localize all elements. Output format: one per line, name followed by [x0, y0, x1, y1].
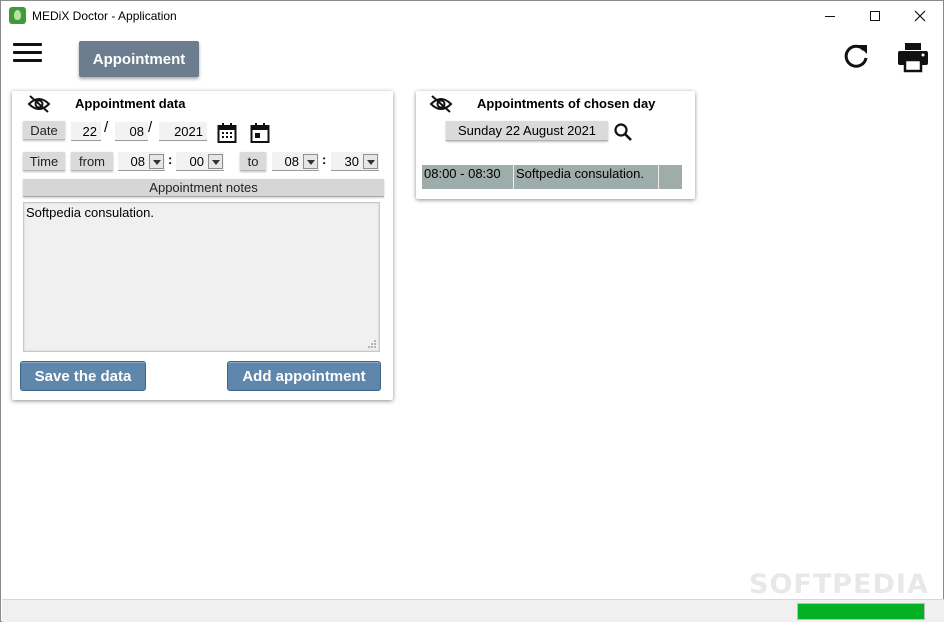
add-appointment-button[interactable]: Add appointment: [227, 361, 381, 391]
eye-off-icon[interactable]: [429, 94, 453, 114]
app-window: MEDiX Doctor - Application Appointment A…: [0, 0, 944, 622]
appointment-notes-header: Appointment notes: [23, 179, 384, 197]
appointment-time: 08:00 - 08:30: [422, 165, 514, 189]
to-minute-select[interactable]: 30: [331, 152, 379, 171]
refresh-icon: [844, 44, 868, 68]
save-data-button[interactable]: Save the data: [20, 361, 146, 391]
chevron-down-icon[interactable]: [303, 154, 318, 169]
from-label: from: [71, 152, 113, 171]
print-icon: [898, 43, 928, 73]
app-icon: [9, 7, 26, 24]
progress-bar: [797, 603, 925, 620]
chosen-day-panel: Appointments of chosen day Sunday 22 Aug…: [416, 91, 695, 199]
eye-off-icon[interactable]: [27, 94, 51, 114]
maximize-icon: [870, 11, 880, 21]
window-title: MEDiX Doctor - Application: [32, 9, 177, 23]
calendar-icon[interactable]: [217, 122, 237, 144]
resize-grip-icon[interactable]: [367, 339, 377, 349]
from-hour-select[interactable]: 08: [118, 152, 165, 171]
time-label: Time: [23, 152, 65, 171]
search-icon[interactable]: [613, 122, 633, 142]
tab-appointment[interactable]: Appointment: [79, 41, 199, 77]
date-label: Date: [23, 121, 65, 140]
appointment-data-title: Appointment data: [75, 96, 186, 111]
print-button[interactable]: [896, 41, 930, 73]
appointment-data-panel: Appointment data Date 22 / 08 / 2021 Tim…: [12, 91, 393, 400]
from-minute-select[interactable]: 00: [176, 152, 224, 171]
calendar-today-icon[interactable]: [250, 122, 270, 144]
maximize-button[interactable]: [852, 1, 898, 31]
chosen-day-title: Appointments of chosen day: [477, 96, 656, 111]
appointment-note: Softpedia consulation.: [514, 165, 659, 189]
appointment-notes-textarea[interactable]: Softpedia consulation.: [23, 202, 380, 352]
month-field[interactable]: 08: [115, 122, 148, 141]
to-hour-select[interactable]: 08: [272, 152, 319, 171]
year-field[interactable]: 2021: [159, 122, 207, 141]
chosen-date-label: Sunday 22 August 2021: [446, 121, 608, 141]
status-bar: [2, 599, 944, 622]
minimize-icon: [825, 16, 835, 17]
softpedia-watermark: SOFTPEDIA: [749, 569, 929, 600]
close-icon: [914, 10, 926, 22]
title-bar: MEDiX Doctor - Application: [1, 1, 943, 31]
chevron-down-icon[interactable]: [149, 154, 164, 169]
minimize-button[interactable]: [807, 1, 853, 31]
to-label: to: [240, 152, 266, 171]
hamburger-icon: [13, 43, 42, 46]
table-row[interactable]: 08:00 - 08:30 Softpedia consulation.: [422, 165, 682, 189]
progress-fill: [798, 604, 924, 619]
date-separator: /: [104, 119, 109, 136]
day-field[interactable]: 22: [71, 122, 101, 141]
date-separator: /: [148, 119, 153, 136]
refresh-button[interactable]: [841, 41, 871, 71]
chevron-down-icon[interactable]: [363, 154, 378, 169]
hamburger-menu-button[interactable]: [13, 43, 43, 63]
chevron-down-icon[interactable]: [208, 154, 223, 169]
close-button[interactable]: [897, 1, 943, 31]
